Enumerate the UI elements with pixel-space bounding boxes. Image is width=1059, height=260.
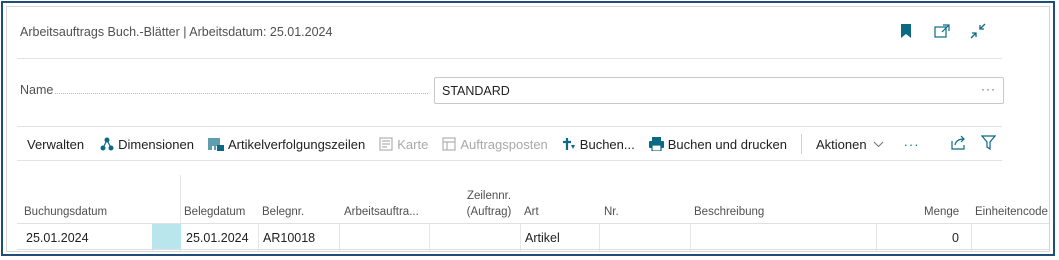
col-divider [258,224,259,251]
col-divider [690,224,691,251]
title-actions [895,20,989,42]
card-icon [379,137,393,151]
auftragsposten-label: Auftragsposten [460,136,548,152]
col-header-nr[interactable]: Nr. [604,206,619,218]
col-header-einheitencode[interactable]: Einheitencode [975,206,1048,218]
open-new-window-icon[interactable] [931,20,953,42]
journal-page: Arbeitsauftrags Buch.-Blätter | Arbeitsd… [6,6,1050,252]
artikelverfolgungszeilen-label: Artikelverfolgungszeilen [227,136,366,152]
karte-button[interactable]: Karte [379,137,428,152]
action-bar-right [951,135,997,155]
buchen-label: Buchen... [579,136,635,152]
filter-icon[interactable] [980,135,997,155]
aktionen-menu[interactable]: Aktionen [816,137,888,152]
label-leader-dots [55,93,428,94]
buchen-button[interactable]: Buchen... [562,137,635,152]
divider [17,126,1002,127]
col-divider [599,224,600,251]
cell-art[interactable]: Artikel [525,231,560,245]
col-header-menge[interactable]: Menge [924,206,959,218]
cell-buchungsdatum[interactable]: 25.01.2024 [26,231,89,245]
col-divider [339,224,340,251]
buchen-drucken-label: Buchen und drucken [667,136,787,152]
col-header-buchungsdatum[interactable]: Buchungsdatum [24,206,107,218]
karte-label: Karte [397,136,429,152]
ledger-entries-icon [442,137,456,151]
dimensionen-label: Dimensionen [118,136,194,152]
action-bar: Verwalten Dimensionen Artikelverfolgungs… [27,133,920,155]
dimensions-icon [100,137,114,151]
cell-belegnr[interactable]: AR10018 [263,231,315,245]
cell-menge[interactable]: 0 [952,231,959,245]
verwalten-button[interactable]: Verwalten [27,137,84,152]
divider [17,58,1002,59]
share-icon[interactable] [951,135,967,155]
name-value[interactable]: STANDARD [442,84,510,98]
col-divider [971,224,972,251]
buchen-drucken-button[interactable]: Buchen und drucken [648,136,787,152]
page-title: Arbeitsauftrags Buch.-Blätter | Arbeitsd… [20,25,333,39]
toolbar-separator [801,134,802,154]
col-divider [876,224,877,251]
col-header-art[interactable]: Art [524,206,539,218]
item-tracking-icon [207,137,224,151]
col-header-belegnr[interactable]: Belegnr. [262,206,304,218]
col-header-zeilennr-line2[interactable]: (Auftrag) [453,206,525,218]
col-header-beschreibung[interactable]: Beschreibung [694,206,764,218]
name-field[interactable]: STANDARD ··· [434,77,1004,104]
name-label: Name [20,83,54,97]
cell-belegdatum[interactable]: 25.01.2024 [186,231,249,245]
row-selector-cell[interactable] [152,224,181,249]
post-icon [562,138,575,150]
print-icon [648,137,664,151]
bookmark-icon[interactable] [895,20,917,42]
dimensionen-button[interactable]: Dimensionen [100,137,194,152]
verwalten-label: Verwalten [27,136,85,152]
divider [17,160,1002,161]
chevron-down-icon [873,141,883,147]
aktionen-label: Aktionen [816,136,867,152]
col-divider [520,224,521,251]
collapse-icon[interactable] [967,20,989,42]
col-header-belegdatum[interactable]: Belegdatum [184,206,245,218]
more-options-button[interactable]: ··· [904,137,920,152]
col-header-zeilennr-line1[interactable]: Zeilennr. [453,190,525,202]
col-divider [429,224,430,251]
row-divider [17,249,1049,250]
auftragsposten-button[interactable]: Auftragsposten [442,136,548,152]
artikelverfolgungszeilen-button[interactable]: Artikelverfolgungszeilen [207,136,366,152]
window-frame: Arbeitsauftrags Buch.-Blätter | Arbeitsd… [1,1,1055,256]
col-header-arbeitsauftrag[interactable]: Arbeitsauftra... [344,206,419,218]
name-lookup-button[interactable]: ··· [981,82,996,96]
